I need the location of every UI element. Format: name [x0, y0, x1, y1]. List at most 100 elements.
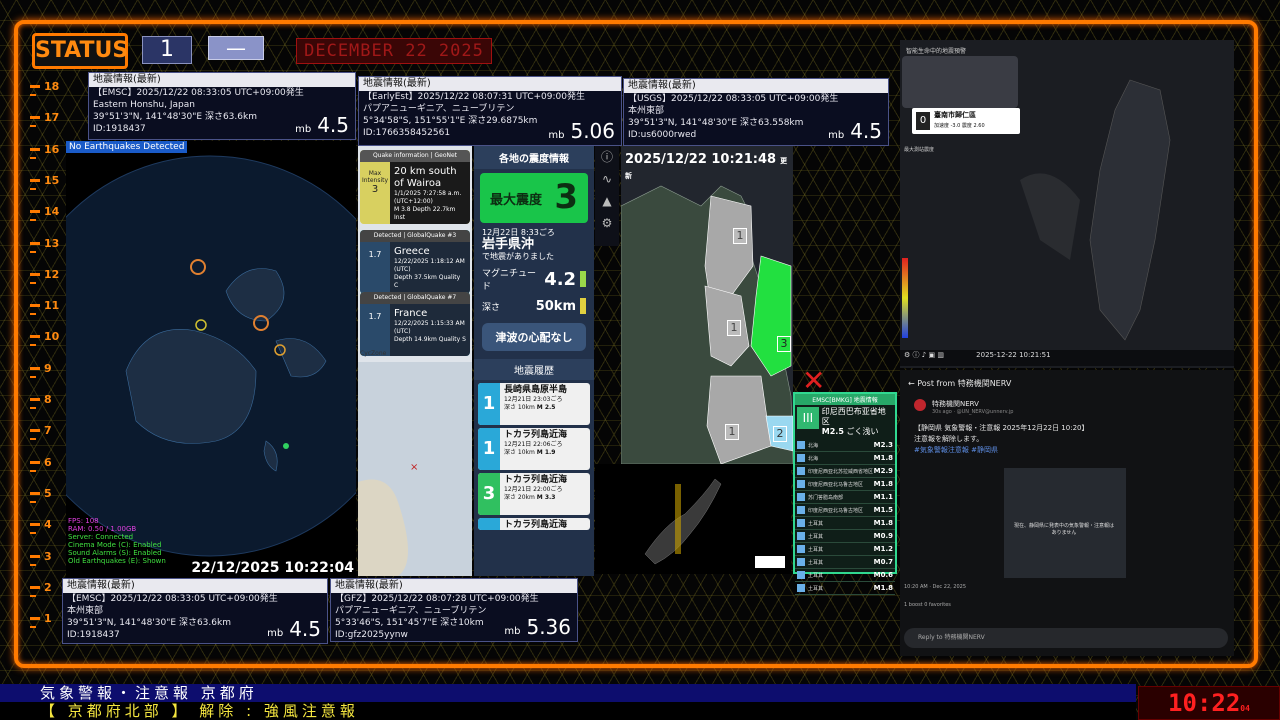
- quake-panel-usgs: 地震情報(最新) 【USGS】2025/12/22 08:33:05 UTC+0…: [623, 78, 889, 146]
- scale-tick: 18: [30, 80, 70, 100]
- japan-intensity-map[interactable]: ✕ 2025/12/22 10:21:48更新 1 1 3 1 2: [621, 146, 793, 464]
- warning-icon[interactable]: ▲: [595, 190, 619, 212]
- stat-server: Server: Connected: [68, 533, 134, 541]
- taiwan-toolbar: ⚙ ⓘ ♪ ▣ ▥ 2025-12-22 10:21:51: [900, 350, 1234, 366]
- chart-icon[interactable]: ▥: [937, 351, 944, 359]
- history-shindo: 3: [478, 473, 500, 515]
- emsc-row-mag: M1.8: [873, 519, 893, 527]
- emsc-row-place: 土耳其: [808, 559, 824, 566]
- emsc-row[interactable]: 苏门答腊岛南部 M1.1: [795, 491, 895, 504]
- history-time: 12月21日 22:06ごろ: [504, 441, 563, 448]
- panel-line2: 本州東部: [67, 606, 104, 616]
- scale-number: 4: [44, 518, 52, 532]
- history-item[interactable]: 1 長崎県島原半島 12月21日 23:03ごろ 深さ 10km M 2.5: [478, 383, 590, 425]
- emsc-dot: [797, 454, 805, 462]
- quake-panel-gfz: 地震情報(最新) 【GFZ】2025/12/22 08:07:28 UTC+09…: [330, 578, 578, 642]
- emsc-row[interactable]: 土耳其 M0.6: [795, 569, 895, 582]
- avatar[interactable]: [914, 399, 926, 411]
- emsc-row-place: 北海: [808, 455, 819, 462]
- stat-fps: FPS: 108: [68, 517, 99, 525]
- sound-icon[interactable]: ♪: [922, 351, 926, 359]
- post-username[interactable]: 特務機関NERV: [932, 399, 1013, 409]
- geonet-card[interactable]: Quake information | GeoNet Max Intensity…: [360, 150, 470, 224]
- geonet-detail: 1/1/2025 7:27:58 a.m. (UTC+12:00): [394, 190, 462, 205]
- emsc-row[interactable]: 土耳其 M1.8: [795, 582, 895, 595]
- post-tags[interactable]: #気象警報注意報 #静岡県: [914, 445, 1220, 456]
- emsc-row-place: 土耳其: [808, 585, 824, 592]
- scale-number: 2: [44, 580, 52, 594]
- depth-label: 深さ: [482, 302, 501, 313]
- emsc-row[interactable]: 北海 M2.3: [795, 439, 895, 452]
- taiwan-card-place: 臺南市歸仁區: [934, 111, 976, 119]
- globe-status-tag: No Earthquakes Detected: [66, 141, 188, 153]
- globalquake-card-2[interactable]: Detected | GlobalQuake #7 1.7 France 12/…: [360, 292, 470, 356]
- ticker-detail: 【 京都府北部 】 解除 : 強風注意報: [0, 702, 1136, 720]
- emsc-row[interactable]: 印度尼西亚北马鲁古地区 M1.8: [795, 478, 895, 491]
- emsc-row[interactable]: 土耳其 M1.2: [795, 543, 895, 556]
- wave-icon[interactable]: ∿: [595, 168, 619, 190]
- mini-map-graphic: ×: [358, 462, 418, 576]
- post-image[interactable]: 現在、静岡県に発表中の気象警報・注意報はありません: [1004, 468, 1126, 578]
- post-header: ← Post from 特務機関NERV: [900, 370, 1234, 397]
- emsc-row[interactable]: 土耳其 M1.8: [795, 517, 895, 530]
- history-item[interactable]: 1 トカラ列島近海 12月21日 22:06ごろ 深さ 10km M 1.9: [478, 428, 590, 470]
- emsc-row[interactable]: 土耳其 M0.9: [795, 530, 895, 543]
- globe-graphic: [66, 155, 356, 557]
- panel-title: 地震情報(最新): [624, 79, 888, 93]
- emsc-row[interactable]: 印度尼西亚北苏拉威西省地区 M2.9: [795, 465, 895, 478]
- scale-tick: 12: [30, 268, 70, 288]
- magnitude-label: マグニチュード: [482, 269, 537, 292]
- image-icon[interactable]: ▣: [928, 351, 935, 359]
- emsc-rows: 北海 M2.3 北海 M1.8 印度尼西亚北苏拉威西省地区 M2.9 印度尼西亚北马鲁古地区…: [795, 439, 895, 595]
- quake-place: France: [394, 308, 428, 319]
- emsc-row-place: 北海: [808, 442, 819, 449]
- emsc-row[interactable]: 北海 M1.8: [795, 452, 895, 465]
- scale-tick: 8: [30, 393, 70, 413]
- jp-intensity-header: 各地の震度情報: [474, 146, 594, 169]
- post-image-caption: 現在、静岡県に発表中の気象警報・注意報はありません: [1014, 523, 1115, 536]
- nied-map[interactable]: [595, 464, 791, 574]
- scale-tick: 16: [30, 143, 70, 163]
- quake-place: Greece: [394, 246, 430, 257]
- reply-input[interactable]: Reply to 特務機関NERV: [904, 628, 1228, 648]
- emsc-dot: [797, 532, 805, 540]
- info-icon[interactable]: ⓘ: [595, 146, 619, 168]
- scale-tick: 15: [30, 174, 70, 194]
- settings-icon[interactable]: ⚙: [904, 351, 910, 359]
- scale-number: 10: [44, 330, 60, 344]
- status-label: STATUS: [32, 33, 128, 69]
- japan-map-graphic: ✕: [621, 146, 793, 464]
- globalquake-card-1[interactable]: Detected | GlobalQuake #3 1.7 Greece 12/…: [360, 230, 470, 294]
- history-place: 長崎県島原半島: [504, 385, 568, 395]
- history-item[interactable]: 3 トカラ列島近海 12月21日 22:00ごろ 深さ 20km M 3.3: [478, 473, 590, 515]
- emsc-top-item[interactable]: III 印尼西巴布亚省地区 M2.5 ごく浅い: [795, 405, 895, 439]
- emsc-row-place: 土耳其: [808, 533, 824, 540]
- back-arrow-icon[interactable]: ←: [908, 379, 915, 388]
- clock-seconds: 04: [1240, 704, 1250, 713]
- intensity-label: Max Intensity: [361, 170, 389, 184]
- emsc-row-place: 土耳其: [808, 520, 824, 527]
- panel-line1: 【USGS】2025/12/22 08:33:05 UTC+09:00発生: [628, 94, 839, 104]
- panel-line1: 【EMSC】2025/12/22 08:33:05 UTC+09:00発生: [67, 594, 278, 604]
- quake-panel-earlyest: 地震情報(最新) 【EarlyEst】2025/12/22 08:07:31 U…: [358, 76, 622, 146]
- jp-quake-column: 各地の震度情報 最大震度 3 12月22日 8:33ごろ 岩手県沖 で地震があり…: [474, 146, 594, 576]
- magnitude-indicator: [580, 271, 586, 287]
- panel-magnitude: mb 5.06: [548, 119, 615, 143]
- globe-view[interactable]: No Earthquakes Detected FPS: 108 RAM: 0.…: [66, 141, 356, 578]
- emsc-dot: [797, 558, 805, 566]
- scale-number: 1: [44, 612, 52, 626]
- info-icon[interactable]: ⓘ: [913, 351, 920, 359]
- emsc-row[interactable]: 土耳其 M0.7: [795, 556, 895, 569]
- history-shindo: [478, 518, 500, 530]
- scale-number: 12: [44, 267, 60, 281]
- taiwan-small-label: 最大測站震度: [904, 147, 935, 153]
- taiwan-card-number: 0: [916, 112, 930, 130]
- globe-stats: FPS: 108 RAM: 0.50 / 1.00GB Server: Conn…: [68, 517, 166, 565]
- emsc-row[interactable]: 印度尼西亚北马鲁古地区 M1.5: [795, 504, 895, 517]
- mini-map[interactable]: ×: [358, 362, 472, 576]
- quake-depth: Depth 37.5km Quality C: [394, 274, 461, 289]
- history-item[interactable]: トカラ列島近海: [478, 518, 590, 530]
- map-shindo-label: 1: [727, 320, 741, 336]
- gear-icon[interactable]: ⚙: [595, 212, 619, 234]
- scale-number: 15: [44, 173, 60, 187]
